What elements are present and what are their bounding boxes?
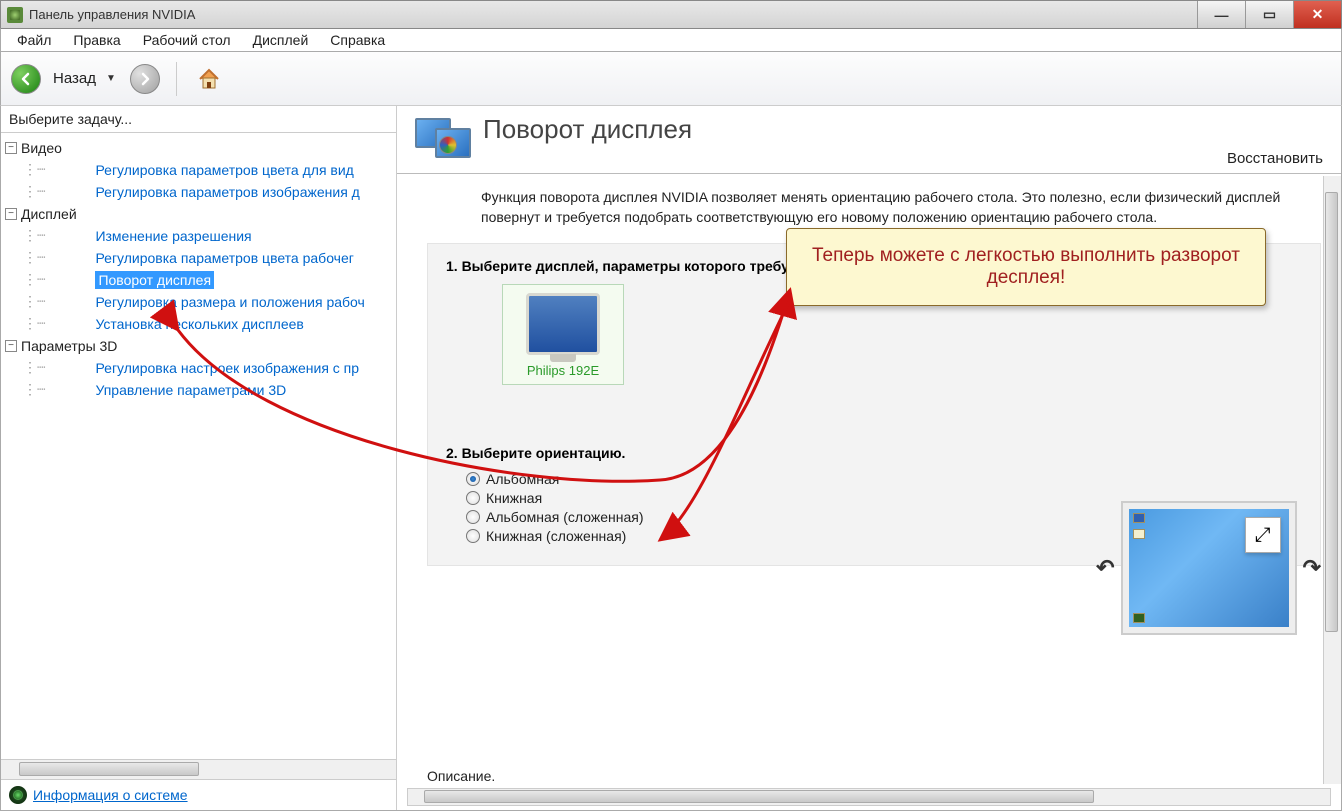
content-scrollbar-horizontal[interactable] — [407, 788, 1331, 806]
sidebar-title: Выберите задачу... — [1, 106, 396, 133]
tree-item-desktop-color[interactable]: Регулировка параметров цвета рабочег — [95, 250, 353, 266]
rotate-ccw-button[interactable]: ↶ — [1096, 555, 1114, 581]
menu-help[interactable]: Справка — [320, 30, 395, 50]
tree-item-video-color[interactable]: Регулировка параметров цвета для вид — [95, 162, 353, 178]
content-scrollbar-vertical[interactable] — [1323, 176, 1341, 784]
step2-title: 2. Выберите ориентацию. — [446, 445, 1302, 461]
window-titlebar: Панель управления NVIDIA — ▭ ✕ — [0, 0, 1342, 28]
tree-item-multi-display[interactable]: Установка нескольких дисплеев — [95, 316, 303, 332]
close-button[interactable]: ✕ — [1293, 1, 1341, 28]
toolbar: Назад ▼ — [0, 52, 1342, 106]
display-selector[interactable]: Philips 192E — [502, 284, 624, 385]
rotate-cw-button[interactable]: ↷ — [1303, 555, 1321, 581]
tree-category-display[interactable]: − Дисплей — [5, 203, 396, 225]
tree-item-rotate-display[interactable]: Поворот дисплея — [95, 271, 214, 289]
minimize-button[interactable]: — — [1197, 1, 1245, 28]
content-header: Поворот дисплея Восстановить — [397, 106, 1341, 174]
nvidia-icon — [9, 786, 27, 804]
menu-edit[interactable]: Правка — [63, 30, 130, 50]
flip-icon: ⤢ — [1245, 517, 1281, 553]
page-title: Поворот дисплея — [483, 114, 1227, 145]
content-pane: Поворот дисплея Восстановить Функция пов… — [397, 106, 1341, 810]
system-info-link[interactable]: Информация о системе — [33, 787, 188, 803]
radio-icon — [466, 472, 480, 486]
collapse-icon[interactable]: − — [5, 208, 17, 220]
sidebar-scrollbar-horizontal[interactable] — [1, 759, 396, 779]
orientation-preview: ↶ ⤢ ↷ — [1096, 501, 1321, 635]
menu-desktop[interactable]: Рабочий стол — [133, 30, 241, 50]
nvidia-app-icon — [7, 7, 23, 23]
radio-icon — [466, 529, 480, 543]
monitor-icon — [526, 293, 600, 355]
tree-item-video-image[interactable]: Регулировка параметров изображения д — [95, 184, 359, 200]
toolbar-separator — [176, 62, 177, 96]
rotate-display-icon — [415, 114, 473, 166]
annotation-callout: Теперь можете с легкостью выполнить разв… — [786, 228, 1266, 306]
tree-item-3d-manage[interactable]: Управление параметрами 3D — [95, 382, 286, 398]
radio-icon — [466, 491, 480, 505]
collapse-icon[interactable]: − — [5, 142, 17, 154]
restore-link[interactable]: Восстановить — [1227, 150, 1323, 173]
preview-monitor: ⤢ — [1121, 501, 1297, 635]
tree-item-3d-image[interactable]: Регулировка настроек изображения с пр — [95, 360, 359, 376]
system-info-link-row: Информация о системе — [1, 779, 396, 810]
home-button[interactable] — [193, 63, 225, 95]
menu-display[interactable]: Дисплей — [243, 30, 319, 50]
back-history-caret[interactable]: ▼ — [106, 73, 116, 84]
maximize-button[interactable]: ▭ — [1245, 1, 1293, 28]
tree-category-video[interactable]: − Видео — [5, 137, 396, 159]
sidebar: Выберите задачу... − Видео ⋮┈Регулировка… — [1, 106, 397, 810]
back-button[interactable] — [11, 64, 41, 94]
window-title: Панель управления NVIDIA — [29, 7, 195, 22]
tree-item-resolution[interactable]: Изменение разрешения — [95, 228, 251, 244]
task-tree: − Видео ⋮┈Регулировка параметров цвета д… — [1, 133, 396, 759]
back-label: Назад — [53, 70, 96, 87]
radio-icon — [466, 510, 480, 524]
forward-button[interactable] — [130, 64, 160, 94]
menubar: Файл Правка Рабочий стол Дисплей Справка — [0, 28, 1342, 52]
menu-file[interactable]: Файл — [7, 30, 61, 50]
description-footer: Описание. — [427, 768, 495, 784]
tree-category-3d[interactable]: − Параметры 3D — [5, 335, 396, 357]
collapse-icon[interactable]: − — [5, 340, 17, 352]
display-name: Philips 192E — [507, 363, 619, 378]
tree-item-size-position[interactable]: Регулировка размера и положения рабоч — [95, 294, 364, 310]
orientation-landscape[interactable]: Альбомная — [466, 471, 1302, 487]
